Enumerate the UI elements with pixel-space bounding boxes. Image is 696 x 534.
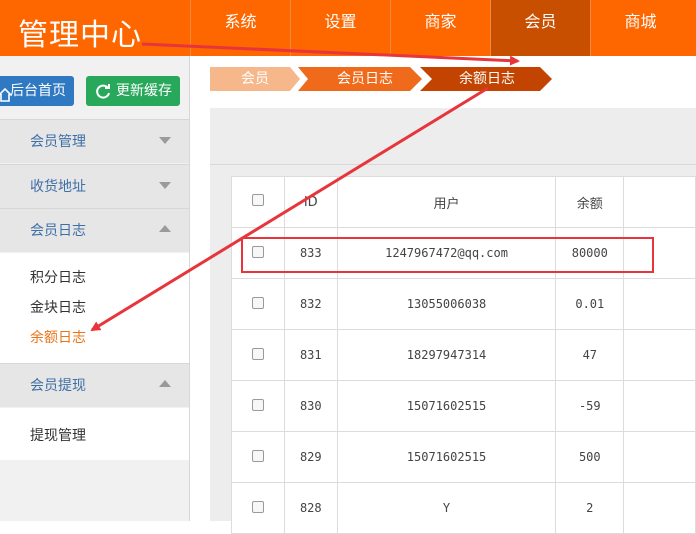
checkbox[interactable]	[251, 500, 264, 513]
sidebar-item-balance-log[interactable]: 余额日志	[30, 327, 86, 347]
row-select[interactable]	[231, 482, 285, 534]
member-log-submenu: 积分日志 金块日志 余额日志	[0, 253, 189, 363]
cell-balance: 500	[555, 431, 625, 483]
checkbox[interactable]	[251, 194, 264, 206]
sidebar-group-label: 收货地址	[30, 179, 86, 195]
table-row: 830 15071602515 -59	[231, 380, 696, 432]
sidebar-group-member-withdraw[interactable]: 会员提现	[0, 363, 189, 407]
checkbox[interactable]	[251, 347, 264, 360]
sidebar-group-label: 会员日志	[30, 223, 86, 239]
cell-user: 18297947314	[336, 329, 557, 381]
row-select[interactable]	[231, 329, 285, 381]
sidebar: 后台首页 更新缓存 会员管理 收货地址 会员日志 积分日志 金块日志 余额日志 …	[0, 56, 190, 521]
column-header-balance: 余额	[555, 176, 625, 228]
sidebar-group-label: 会员管理	[30, 134, 86, 150]
cell-user: Y	[336, 482, 557, 534]
row-select[interactable]	[231, 380, 285, 432]
nav-item-mall[interactable]: 商城	[590, 0, 690, 56]
checkbox[interactable]	[251, 296, 264, 309]
cell-extra	[623, 482, 696, 534]
table-header-row: ID 用户 余额	[231, 176, 696, 228]
breadcrumb-member[interactable]: 会员	[210, 67, 300, 91]
cell-id: 829	[283, 431, 338, 483]
row-select[interactable]	[231, 278, 285, 330]
chevron-down-icon	[159, 182, 171, 189]
refresh-cache-button[interactable]: 更新缓存	[86, 76, 180, 106]
cell-extra	[623, 278, 696, 330]
cell-id: 831	[283, 329, 338, 381]
cell-balance: -59	[555, 380, 625, 432]
cell-user: 15071602515	[336, 431, 557, 483]
cell-balance: 47	[555, 329, 625, 381]
top-bar: 管理中心 系统 设置 商家 会员 商城	[0, 0, 696, 56]
breadcrumb-member-log[interactable]: 会员日志	[310, 67, 420, 91]
cell-extra	[623, 431, 696, 483]
chevron-up-icon	[159, 225, 171, 232]
nav-item-member[interactable]: 会员	[490, 0, 590, 56]
cell-balance: 0.01	[555, 278, 625, 330]
cell-id: 832	[283, 278, 338, 330]
highlight-box	[241, 237, 654, 273]
sidebar-item-points-log[interactable]: 积分日志	[30, 267, 86, 287]
table-row: 828 Y 2	[231, 482, 696, 534]
nav-item-settings[interactable]: 设置	[290, 0, 390, 56]
sidebar-item-withdraw-management[interactable]: 提现管理	[30, 425, 86, 445]
header-select-all[interactable]	[231, 176, 285, 228]
cell-extra	[623, 329, 696, 381]
column-header-user: 用户	[336, 176, 557, 228]
table-row: 832 13055006038 0.01	[231, 278, 696, 330]
cell-balance: 2	[555, 482, 625, 534]
checkbox[interactable]	[251, 449, 264, 462]
chevron-up-icon	[159, 380, 171, 387]
column-header-id: ID	[283, 176, 338, 228]
home-button[interactable]: 后台首页	[0, 76, 74, 106]
sidebar-item-gold-log[interactable]: 金块日志	[30, 297, 86, 317]
home-button-label: 后台首页	[10, 83, 66, 99]
row-select[interactable]	[231, 431, 285, 483]
balance-log-table: ID 用户 余额 833 1247967472@qq.com 80000 832…	[231, 176, 696, 534]
home-icon	[0, 83, 12, 113]
sidebar-group-member-management[interactable]: 会员管理	[0, 119, 189, 163]
cell-user: 13055006038	[336, 278, 557, 330]
sidebar-group-label: 会员提现	[30, 378, 86, 394]
table-row: 831 18297947314 47	[231, 329, 696, 381]
cell-id: 830	[283, 380, 338, 432]
table-row: 829 15071602515 500	[231, 431, 696, 483]
column-header-extra	[623, 176, 696, 228]
cell-user: 15071602515	[336, 380, 557, 432]
chevron-down-icon	[159, 137, 171, 144]
withdraw-submenu: 提现管理	[0, 408, 189, 460]
cell-extra	[623, 380, 696, 432]
nav-item-system[interactable]: 系统	[190, 0, 290, 56]
toolbar-area	[210, 108, 696, 165]
brand-title: 管理中心	[18, 18, 142, 53]
refresh-button-label: 更新缓存	[116, 83, 172, 99]
nav-item-merchant[interactable]: 商家	[390, 0, 490, 56]
breadcrumb-balance-log: 余额日志	[459, 71, 515, 87]
checkbox[interactable]	[251, 398, 264, 411]
refresh-icon	[94, 82, 112, 112]
top-nav: 系统 设置 商家 会员 商城	[190, 0, 690, 56]
sidebar-group-member-log[interactable]: 会员日志	[0, 208, 189, 252]
sidebar-group-shipping-address[interactable]: 收货地址	[0, 164, 189, 208]
cell-id: 828	[283, 482, 338, 534]
